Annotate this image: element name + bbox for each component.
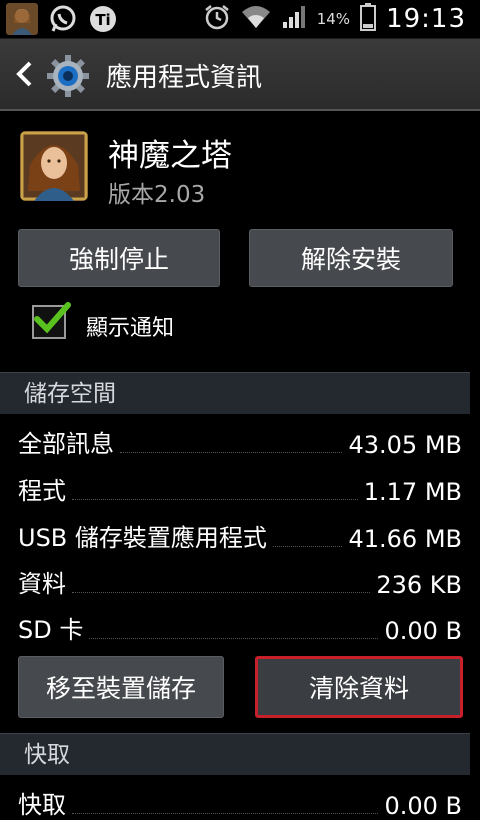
app-name: 神魔之塔: [108, 138, 232, 174]
row-label: 全部訊息: [18, 430, 114, 458]
show-notifications-label: 顯示通知: [86, 316, 175, 341]
storage-section-header: 儲存空間: [0, 372, 470, 414]
page-title: 應用程式資訊: [106, 63, 263, 93]
row-value: 0.00 B: [384, 617, 462, 645]
dotted-leader: [72, 592, 371, 593]
battery-icon: [360, 3, 377, 35]
row-label: 快取: [18, 791, 66, 819]
force-stop-button[interactable]: 強制停止: [18, 229, 220, 287]
action-bar: 應用程式資訊: [0, 39, 480, 111]
row-value: 236 KB: [376, 571, 462, 599]
svg-text:Ti: Ti: [95, 11, 110, 29]
signal-icon: [281, 4, 307, 34]
row-value: 0.00 B: [384, 792, 462, 820]
clear-data-button[interactable]: 清除資料: [255, 656, 463, 718]
dotted-leader: [89, 638, 379, 639]
cache-section-header: 快取: [0, 733, 470, 775]
app-version: 版本2.03: [108, 182, 206, 208]
status-bar: Ti 14% 19:13: [0, 0, 480, 39]
uninstall-button[interactable]: 解除安裝: [249, 229, 453, 287]
dotted-leader: [72, 499, 358, 500]
wifi-icon: [241, 4, 271, 34]
chevron-left-icon: [16, 61, 32, 87]
battery-percent: 14%: [316, 10, 351, 28]
alarm-icon: [203, 3, 231, 35]
show-notifications-checkbox[interactable]: [32, 302, 71, 339]
whatsapp-icon: [48, 4, 78, 38]
dotted-leader: [272, 546, 343, 547]
row-value: 1.17 MB: [363, 478, 462, 506]
dotted-leader: [120, 452, 343, 453]
row-label: 程式: [18, 477, 66, 505]
app-icon: [20, 131, 88, 201]
clock: 19:13: [386, 4, 466, 34]
dotted-leader: [72, 813, 379, 814]
app-thumbnail-icon: [6, 3, 38, 39]
back-button[interactable]: [10, 57, 40, 91]
ti-icon: Ti: [88, 4, 118, 38]
row-value: 41.66 MB: [348, 525, 462, 553]
storage-row-usb: USB 儲存裝置應用程式 41.66 MB: [18, 513, 462, 553]
row-label: SD 卡: [18, 616, 84, 644]
storage-row-data: 資料 236 KB: [18, 559, 462, 599]
row-value: 43.05 MB: [348, 431, 462, 459]
move-to-device-storage-button[interactable]: 移至裝置儲存: [18, 656, 224, 718]
storage-row-sd: SD 卡 0.00 B: [18, 605, 462, 645]
storage-row-total: 全部訊息 43.05 MB: [18, 419, 462, 459]
row-label: 資料: [18, 570, 66, 598]
cache-row: 快取 0.00 B: [18, 780, 462, 820]
storage-row-app: 程式 1.17 MB: [18, 466, 462, 506]
checkmark-icon: [34, 302, 71, 334]
row-label: USB 儲存裝置應用程式: [18, 524, 267, 552]
settings-gear-icon: [46, 54, 90, 98]
